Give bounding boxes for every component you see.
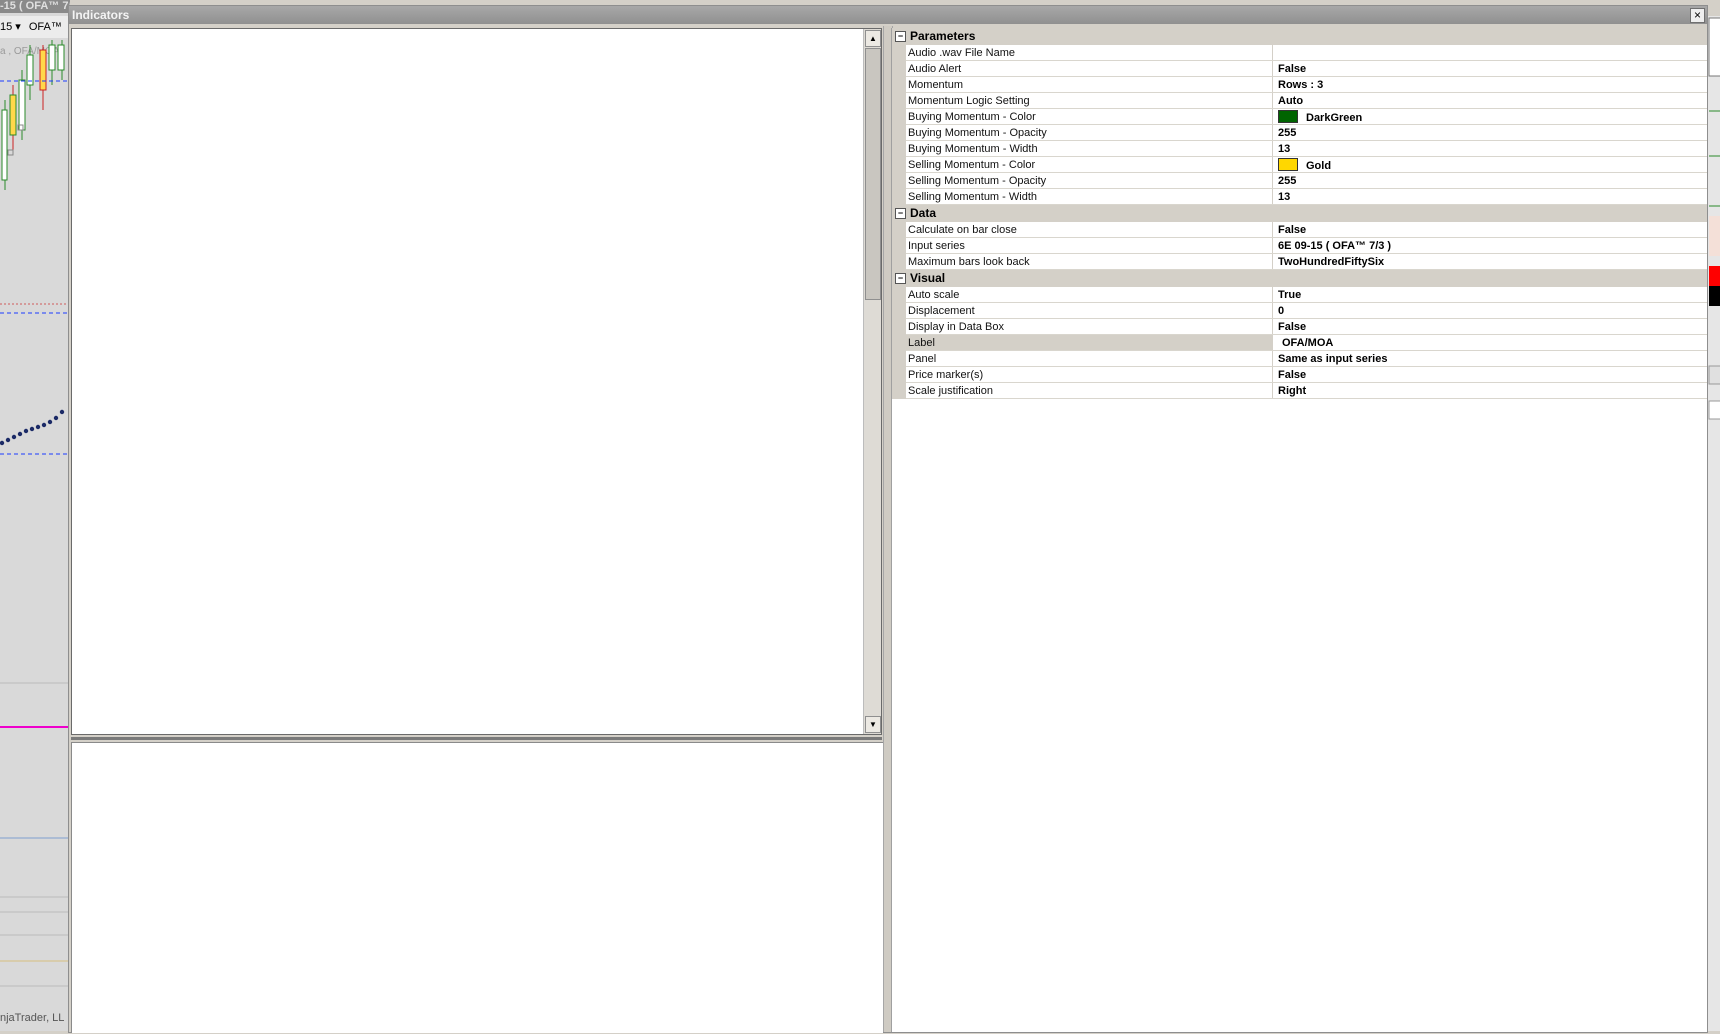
property-row[interactable]: Calculate on bar close False <box>892 222 1707 238</box>
horizontal-splitter[interactable] <box>71 737 882 740</box>
background-chart-window: -15 ( OFA™ 7/3 ) 10/1/2015 15 ▾OFA™ a , … <box>0 0 70 1031</box>
vertical-scrollbar[interactable]: ▲ ▼ <box>863 29 881 734</box>
property-name: Calculate on bar close <box>908 224 1017 236</box>
property-name: Displacement <box>908 305 975 317</box>
property-value[interactable]: Right <box>1278 384 1306 398</box>
property-name: Audio Alert <box>908 63 962 75</box>
property-row-selected[interactable]: Label OFA/MOA <box>892 335 1707 351</box>
dialog-title: Indicators <box>72 8 130 22</box>
scroll-thumb[interactable] <box>865 48 881 300</box>
property-row[interactable]: Buying Momentum - Width 13 <box>892 141 1707 157</box>
property-value[interactable]: 13 <box>1278 142 1290 156</box>
color-swatch <box>1278 158 1298 171</box>
property-name: Auto scale <box>908 289 960 301</box>
property-name: Buying Momentum - Opacity <box>908 127 1047 139</box>
property-name: Input series <box>908 240 965 252</box>
property-name: Label <box>908 337 935 349</box>
property-row[interactable]: Price marker(s) False <box>892 367 1707 383</box>
property-row[interactable]: Displacement 0 <box>892 303 1707 319</box>
scroll-up-button[interactable]: ▲ <box>865 30 881 47</box>
property-value[interactable]: Auto <box>1278 94 1303 108</box>
dialog-titlebar[interactable]: Indicators × <box>69 6 1707 24</box>
property-value[interactable]: 0 <box>1278 304 1284 318</box>
property-name: Buying Momentum - Width <box>908 143 1038 155</box>
applied-indicators-panel[interactable] <box>71 742 884 1033</box>
category-label: Visual <box>910 271 946 285</box>
property-grid: − Parameters Audio .wav File Name Audio … <box>891 28 1707 1032</box>
property-value[interactable]: Same as input series <box>1278 352 1387 366</box>
category-parameters[interactable]: − Parameters <box>892 28 1707 45</box>
property-name: Momentum <box>908 79 964 91</box>
property-row[interactable]: Display in Data Box False <box>892 319 1707 335</box>
property-name: Selling Momentum - Opacity <box>908 175 1047 187</box>
property-name: Scale justification <box>908 385 993 397</box>
property-row[interactable]: Scale justification Right <box>892 383 1707 399</box>
property-value[interactable]: False <box>1278 62 1306 76</box>
property-value[interactable]: True <box>1278 288 1301 302</box>
property-name: Display in Data Box <box>908 321 1004 333</box>
property-row[interactable]: Audio .wav File Name <box>892 45 1707 61</box>
indicators-dialog: Indicators × ▲ ▼ − Parameters Audio .wav… <box>68 5 1708 1033</box>
property-row[interactable]: Maximum bars look back TwoHundredFiftySix <box>892 254 1707 270</box>
property-value[interactable]: Rows : 3 <box>1278 78 1323 92</box>
property-row[interactable]: Input series 6E 09-15 ( OFA™ 7/3 ) <box>892 238 1707 254</box>
property-name: Buying Momentum - Color <box>908 111 1036 123</box>
property-row[interactable]: Selling Momentum - Opacity 255 <box>892 173 1707 189</box>
property-value[interactable]: False <box>1278 320 1306 334</box>
property-value[interactable]: 255 <box>1278 126 1296 140</box>
property-row[interactable]: Audio Alert False <box>892 61 1707 77</box>
close-button[interactable]: × <box>1690 8 1705 23</box>
color-name: Gold <box>1306 160 1332 172</box>
property-name: Selling Momentum - Width <box>908 191 1037 203</box>
property-name: Selling Momentum - Color <box>908 159 1036 171</box>
color-swatch <box>1278 110 1298 123</box>
property-row[interactable]: Selling Momentum - Width 13 <box>892 189 1707 205</box>
property-value[interactable]: False <box>1278 368 1306 382</box>
right-edge-window <box>1706 16 1720 1031</box>
property-name: Audio .wav File Name <box>908 47 1015 59</box>
category-label: Parameters <box>910 29 976 43</box>
property-row[interactable]: Buying Momentum - Color DarkGreen <box>892 109 1707 125</box>
price-chart-canvas <box>0 40 70 987</box>
property-row[interactable]: Panel Same as input series <box>892 351 1707 367</box>
property-row[interactable]: Buying Momentum - Opacity 255 <box>892 125 1707 141</box>
property-value[interactable]: 6E 09-15 ( OFA™ 7/3 ) <box>1278 239 1391 253</box>
category-data[interactable]: − Data <box>892 205 1707 222</box>
collapse-icon[interactable]: − <box>895 208 906 219</box>
property-row[interactable]: Auto scale True <box>892 287 1707 303</box>
property-row[interactable]: Momentum Logic Setting Auto <box>892 93 1707 109</box>
property-value[interactable]: 255 <box>1278 174 1296 188</box>
label-value-input[interactable]: OFA/MOA <box>1282 336 1333 350</box>
property-value[interactable]: 13 <box>1278 190 1290 204</box>
color-name: DarkGreen <box>1306 112 1363 124</box>
scroll-down-button[interactable]: ▼ <box>865 716 881 733</box>
property-name: Panel <box>908 353 937 365</box>
property-value[interactable]: DarkGreen <box>1278 110 1362 125</box>
background-footer: njaTrader, LL <box>0 1012 65 1024</box>
property-name: Momentum Logic Setting <box>908 95 1030 107</box>
property-name: Maximum bars look back <box>908 256 1030 268</box>
property-name: Price marker(s) <box>908 369 984 381</box>
property-value[interactable]: False <box>1278 223 1306 237</box>
indicator-list-panel[interactable]: ▲ ▼ <box>71 28 882 735</box>
interval-dropdown[interactable]: 15 ▾ <box>0 21 21 33</box>
category-label: Data <box>910 206 937 220</box>
property-row[interactable]: Selling Momentum - Color Gold <box>892 157 1707 173</box>
category-visual[interactable]: − Visual <box>892 270 1707 287</box>
property-value[interactable]: Gold <box>1278 158 1331 173</box>
collapse-icon[interactable]: − <box>895 273 906 284</box>
property-value[interactable]: TwoHundredFiftySix <box>1278 255 1384 269</box>
property-row[interactable]: Momentum Rows : 3 <box>892 77 1707 93</box>
background-window-title: -15 ( OFA™ 7/3 ) 10/1/2015 <box>0 0 70 13</box>
background-toolbar: 15 ▾ OFA™ <box>0 16 70 38</box>
collapse-icon[interactable]: − <box>895 31 906 42</box>
chart-type-dropdown[interactable]: OFA™ <box>29 21 62 33</box>
